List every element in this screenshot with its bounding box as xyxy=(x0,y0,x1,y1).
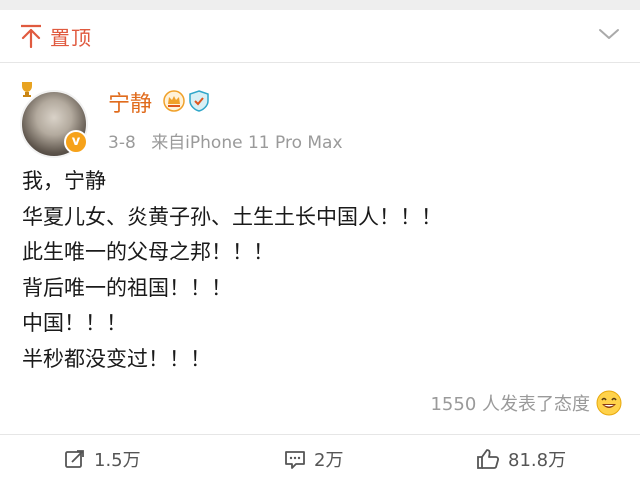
pinned-bar[interactable]: 置顶 xyxy=(0,10,640,63)
repost-icon xyxy=(65,450,84,468)
action-bar: 1.5万 2万 81.8万 xyxy=(0,434,640,483)
like-count: 81.8万 xyxy=(508,450,567,471)
like-button[interactable]: 81.8万 xyxy=(476,435,566,483)
repost-button[interactable]: 1.5万 xyxy=(64,435,141,483)
post-source: 来自iPhone 11 Pro Max xyxy=(151,133,343,153)
comment-icon xyxy=(285,451,305,469)
avatar-container[interactable]: v xyxy=(18,78,90,158)
content-line: 华夏儿女、炎黄子孙、土生土长中国人！！！ xyxy=(22,204,442,229)
content-line: 此生唯一的父母之邦！！！ xyxy=(22,240,274,264)
thumbs-up-icon xyxy=(477,449,500,469)
content-line: 半秒都没变过！！！ xyxy=(22,346,211,371)
comment-button[interactable]: 2万 xyxy=(284,435,343,483)
post-meta: 3-8 来自iPhone 11 Pro Max xyxy=(108,128,343,153)
verified-badge: v xyxy=(64,130,88,154)
repost-count: 1.5万 xyxy=(94,450,141,471)
pinned-label: 置顶 xyxy=(50,26,92,50)
reactions-count: 1550 人发表了态度 xyxy=(430,394,590,415)
crown-icon[interactable] xyxy=(163,90,185,112)
content-line: 背后唯一的祖国！！！ xyxy=(22,275,232,300)
post-content: 我，宁静 华夏儿女、炎黄子孙、土生土长中国人！！！ 此生唯一的父母之邦！！！ 背… xyxy=(22,164,442,377)
content-line: 我，宁静 xyxy=(22,169,106,193)
post-time: 3-8 xyxy=(108,133,136,153)
reactions-summary[interactable]: 1550 人发表了态度 xyxy=(430,388,622,418)
top-strip xyxy=(0,0,640,10)
laughing-emoji-icon xyxy=(596,390,622,416)
content-line: 中国！！！ xyxy=(22,311,127,335)
pin-icon xyxy=(21,24,41,48)
chevron-down-icon[interactable] xyxy=(598,27,620,41)
comment-count: 2万 xyxy=(314,450,344,471)
shield-icon[interactable] xyxy=(188,90,210,112)
author-name[interactable]: 宁静 xyxy=(108,86,152,118)
